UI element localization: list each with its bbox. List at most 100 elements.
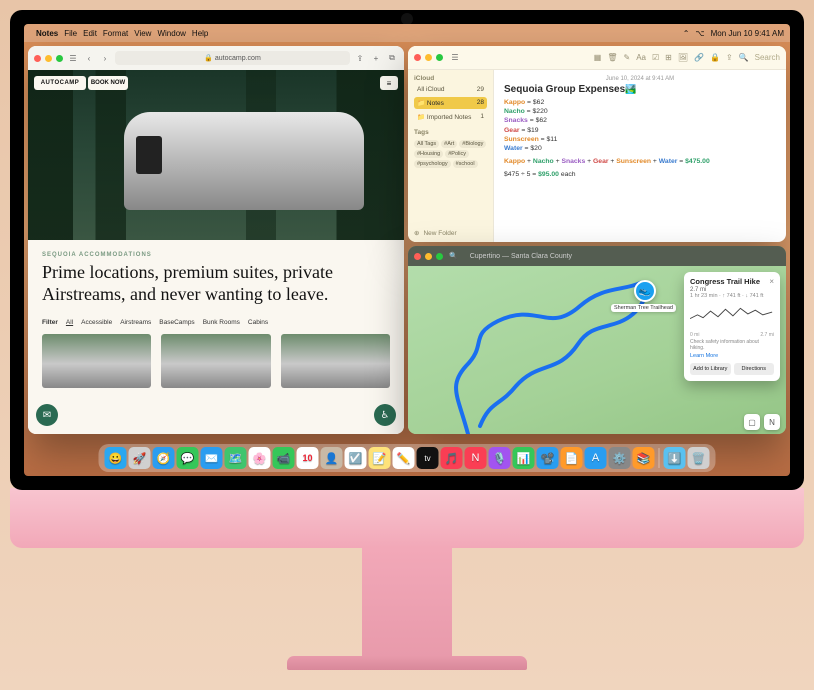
media-icon[interactable]: 🖼	[678, 53, 688, 62]
address-bar[interactable]: 🔒 autocamp.com	[115, 51, 350, 65]
tag-all[interactable]: All Tags	[414, 140, 439, 148]
tag-school[interactable]: #school	[453, 160, 478, 168]
new-tab-icon[interactable]: +	[370, 52, 382, 64]
dock-notes[interactable]: 📝	[369, 447, 391, 469]
dock-safari[interactable]: 🧭	[153, 447, 175, 469]
dock-maps[interactable]: 🗺️	[225, 447, 247, 469]
tag-art[interactable]: #Art	[441, 140, 457, 148]
thumb-2[interactable]	[161, 334, 270, 388]
imac-screen: Notes File Edit Format View Window Help …	[10, 10, 804, 490]
sidebar-imported-folder[interactable]: 📁 Imported Notes1	[414, 111, 487, 123]
filter-cabins[interactable]: Cabins	[248, 319, 268, 326]
toggle-sidebar-icon[interactable]: ☰	[449, 52, 461, 64]
search-icon[interactable]: 🔍	[449, 252, 458, 260]
close-icon[interactable]: ×	[769, 277, 774, 286]
dock-reminders[interactable]: ☑️	[345, 447, 367, 469]
menu-help[interactable]: Help	[192, 29, 208, 38]
map-pin-icon[interactable]: 👟	[634, 280, 656, 302]
dock-finder[interactable]: 😀	[105, 447, 127, 469]
tag-housing[interactable]: #Housing	[414, 150, 443, 158]
chat-bubble-icon[interactable]: ✉	[36, 404, 58, 426]
airstream-illustration	[124, 112, 364, 210]
delete-icon[interactable]: 🗑	[607, 53, 617, 62]
menubar-app-name[interactable]: Notes	[36, 29, 58, 38]
sidebar-notes-folder[interactable]: 📁 Notes28	[414, 97, 487, 109]
tag-psychology[interactable]: #psychology	[414, 160, 451, 168]
share-icon[interactable]: ⇪	[354, 52, 366, 64]
filter-accessible[interactable]: Accessible	[81, 319, 112, 326]
compass-icon[interactable]: N	[764, 414, 780, 430]
add-to-library-button[interactable]: Add to Library	[690, 363, 731, 375]
filter-label: Filter	[42, 319, 58, 326]
dock-trash[interactable]: 🗑️	[688, 447, 710, 469]
dock-music[interactable]: 🎵	[441, 447, 463, 469]
dock-facetime[interactable]: 📹	[273, 447, 295, 469]
control-center-icon[interactable]: ⌥	[695, 29, 704, 38]
wifi-icon[interactable]: ⌃	[683, 29, 690, 38]
dock-calendar[interactable]: 10	[297, 447, 319, 469]
nav-forward-icon[interactable]: ›	[99, 52, 111, 64]
thumb-3[interactable]	[281, 334, 390, 388]
table-icon[interactable]: ⊞	[665, 53, 672, 62]
new-note-icon[interactable]: ✎	[624, 53, 631, 62]
route-info-card: × Congress Trail Hike 2.7 mi 1 hr 23 min…	[684, 272, 780, 381]
dock-appstore[interactable]: A	[585, 447, 607, 469]
window-traffic-lights[interactable]	[414, 54, 443, 61]
filter-bunk[interactable]: Bunk Rooms	[203, 319, 240, 326]
window-traffic-lights[interactable]	[34, 55, 63, 62]
dock-podcasts[interactable]: 🎙️	[489, 447, 511, 469]
dock-tv[interactable]: tv	[417, 447, 439, 469]
filter-all[interactable]: All	[66, 319, 73, 326]
dock-news[interactable]: N	[465, 447, 487, 469]
link-icon[interactable]: 🔗	[694, 53, 704, 62]
share-icon[interactable]: ⇪	[726, 53, 733, 62]
menubar-clock[interactable]: Mon Jun 10 9:41 AM	[711, 29, 784, 38]
maps-location-text[interactable]: Cupertino — Santa Clara County	[470, 253, 572, 260]
dock-mail[interactable]: ✉️	[201, 447, 223, 469]
dock-keynote[interactable]: 📽️	[537, 447, 559, 469]
menu-file[interactable]: File	[64, 29, 77, 38]
map-canvas[interactable]: 👟 Sherman Tree Trailhead × Congress Trai…	[408, 266, 786, 434]
map-pin-label[interactable]: Sherman Tree Trailhead	[611, 304, 676, 312]
dock-settings[interactable]: ⚙️	[609, 447, 631, 469]
dock-contacts[interactable]: 👤	[321, 447, 343, 469]
search-icon[interactable]: 🔍	[739, 53, 749, 62]
dock-downloads[interactable]: ⬇️	[664, 447, 686, 469]
filter-basecamps[interactable]: BaseCamps	[159, 319, 194, 326]
dock-photos[interactable]: 🌸	[249, 447, 271, 469]
search-placeholder[interactable]: Search	[755, 53, 780, 62]
accessibility-icon[interactable]: ♿︎	[374, 404, 396, 426]
window-traffic-lights[interactable]	[414, 253, 443, 260]
dock-numbers[interactable]: 📊	[513, 447, 535, 469]
menu-view[interactable]: View	[134, 29, 151, 38]
sidebar-all-icloud[interactable]: All iCloud29	[414, 84, 487, 95]
nav-back-icon[interactable]: ‹	[83, 52, 95, 64]
filter-airstreams[interactable]: Airstreams	[120, 319, 151, 326]
site-logo[interactable]: AUTOCAMP	[34, 76, 86, 90]
menu-edit[interactable]: Edit	[83, 29, 97, 38]
list-view-icon[interactable]: ▦	[594, 53, 602, 62]
notes-editor[interactable]: June 10, 2024 at 9:41 AM Sequoia Group E…	[494, 70, 786, 242]
directions-button[interactable]: Directions	[734, 363, 775, 375]
map-mode-icon[interactable]: ▢	[744, 414, 760, 430]
sidebar-icon[interactable]: ☰	[67, 52, 79, 64]
learn-more-link[interactable]: Learn More	[690, 353, 774, 359]
menu-format[interactable]: Format	[103, 29, 128, 38]
dock-freeform[interactable]: ✏️	[393, 447, 415, 469]
dock-pages[interactable]: 📄	[561, 447, 583, 469]
menu-window[interactable]: Window	[157, 29, 185, 38]
thumb-1[interactable]	[42, 334, 151, 388]
book-now-button[interactable]: BOOK NOW	[88, 76, 128, 90]
sidebar-icloud-header: iCloud	[414, 75, 487, 82]
dock-books[interactable]: 📚	[633, 447, 655, 469]
tag-policy[interactable]: #Policy	[445, 150, 469, 158]
tag-biology[interactable]: #Biology	[459, 140, 486, 148]
checklist-icon[interactable]: ☑	[652, 53, 659, 62]
format-icon[interactable]: Aa	[636, 53, 646, 62]
dock-messages[interactable]: 💬	[177, 447, 199, 469]
lock-icon[interactable]: 🔒	[710, 53, 720, 62]
tabs-icon[interactable]: ⧉	[386, 52, 398, 64]
hamburger-menu-icon[interactable]: ≡	[380, 76, 398, 90]
dock-launchpad[interactable]: 🚀	[129, 447, 151, 469]
new-folder-button[interactable]: ⊕New Folder	[414, 229, 487, 237]
